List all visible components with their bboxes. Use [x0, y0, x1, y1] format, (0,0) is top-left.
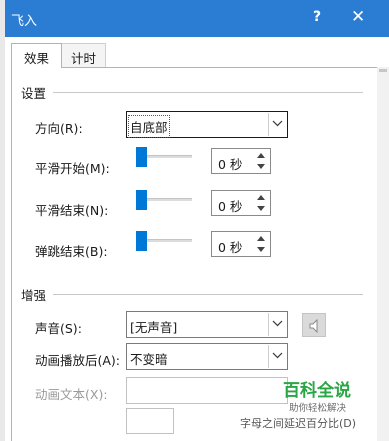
vertical-scrollbar[interactable]: [377, 67, 389, 441]
bounce-end-increment[interactable]: [253, 233, 269, 244]
direction-label: 方向(R):: [35, 121, 83, 136]
spin-up-icon: [257, 195, 265, 200]
animate-text-label: 动画文本(X):: [35, 387, 108, 402]
enhancements-divider: [53, 294, 363, 295]
smooth-end-label: 平滑结束(N):: [35, 203, 109, 218]
smooth-end-spinbox[interactable]: 0 秒: [211, 190, 271, 216]
watermark-brand: 百科全说: [283, 381, 351, 401]
smooth-start-spinbox[interactable]: 0 秒: [211, 148, 271, 174]
effect-options-dialog: 飞入 ? ✕ 效果 计时 设置 方向(R): 自底部 平滑开始(M): 0 秒 …: [5, 0, 389, 441]
chevron-down-icon: [272, 320, 283, 327]
smooth-start-label: 平滑开始(M):: [35, 161, 110, 176]
smooth-start-value: 0 秒: [218, 157, 243, 172]
text-delay-label: 字母之间延迟百分比(D): [240, 417, 357, 430]
spin-up-icon: [257, 236, 265, 241]
enhancements-section-title: 增强: [21, 288, 47, 303]
bounce-end-slider-thumb[interactable]: [136, 231, 147, 251]
spin-up-icon: [257, 153, 265, 158]
text-delay-spinbox[interactable]: [126, 408, 174, 434]
direction-dropdown-button[interactable]: [268, 113, 286, 136]
spin-down-icon: [257, 164, 265, 169]
close-button[interactable]: ✕: [351, 7, 365, 27]
speaker-icon: [309, 319, 318, 333]
bounce-end-label: 弹跳结束(B):: [35, 244, 108, 259]
bounce-end-spinbox[interactable]: 0 秒: [211, 231, 271, 257]
sound-value: [无声音]: [130, 320, 178, 335]
sound-label: 声音(S):: [35, 321, 82, 336]
help-button[interactable]: ?: [313, 9, 321, 25]
chevron-down-icon: [272, 120, 283, 127]
chevron-down-icon: [272, 352, 283, 359]
watermark-slogan: 助你轻松解决: [289, 403, 347, 414]
settings-section-title: 设置: [21, 86, 47, 101]
smooth-start-slider-thumb[interactable]: [136, 147, 147, 167]
smooth-start-increment[interactable]: [253, 150, 269, 161]
watermark-overlay: 百科全说 助你轻松解决 字母之间延迟百分比(D): [231, 374, 371, 434]
smooth-end-slider-thumb[interactable]: [136, 190, 147, 210]
smooth-end-increment[interactable]: [253, 192, 269, 203]
tab-timing[interactable]: 计时: [62, 43, 106, 67]
bounce-end-decrement[interactable]: [253, 244, 269, 255]
tab-effect[interactable]: 效果: [11, 43, 62, 68]
window-title: 飞入: [11, 14, 38, 29]
after-animation-value: 不变暗: [130, 352, 168, 367]
bounce-end-value: 0 秒: [218, 240, 243, 255]
scrollbar-thumb[interactable]: [379, 69, 387, 72]
sound-volume-button[interactable]: [302, 313, 326, 337]
after-animation-label: 动画播放后(A):: [35, 353, 121, 368]
smooth-end-value: 0 秒: [218, 199, 243, 214]
sound-dropdown-button[interactable]: [268, 313, 286, 336]
after-animation-dropdown-button[interactable]: [268, 345, 286, 368]
spin-down-icon: [257, 206, 265, 211]
smooth-end-decrement[interactable]: [253, 203, 269, 214]
spin-down-icon: [257, 247, 265, 252]
sound-dropdown[interactable]: [无声音]: [126, 311, 288, 338]
direction-value: 自底部: [128, 115, 170, 138]
title-bar[interactable]: 飞入 ? ✕: [5, 0, 389, 37]
after-animation-dropdown[interactable]: 不变暗: [126, 343, 288, 370]
smooth-start-decrement[interactable]: [253, 161, 269, 172]
direction-dropdown[interactable]: 自底部: [126, 111, 288, 138]
settings-divider: [53, 92, 363, 93]
